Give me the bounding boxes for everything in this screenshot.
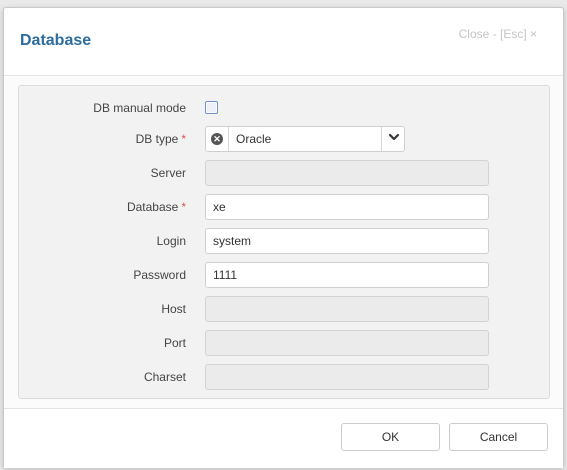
row-charset: Charset [19, 364, 549, 390]
close-button[interactable]: Close - [Esc] × [459, 27, 537, 41]
login-label: Login [156, 234, 186, 248]
dialog-header: Database Close - [Esc] × [4, 8, 563, 76]
circle-x-icon: ✕ [211, 133, 223, 145]
manual-mode-label: DB manual mode [93, 101, 186, 115]
server-label: Server [150, 166, 186, 180]
db-type-select[interactable]: ✕ Oracle [205, 126, 405, 152]
database-label: Database * [126, 200, 186, 214]
row-database: Database * [19, 194, 549, 220]
required-marker: * [181, 200, 186, 214]
password-input[interactable] [205, 262, 489, 288]
row-db-type: DB type * ✕ Oracle [19, 126, 549, 152]
dialog-title: Database [20, 32, 92, 49]
password-label: Password [133, 268, 186, 282]
ok-button[interactable]: OK [341, 423, 440, 451]
database-dialog: Database Close - [Esc] × DB manual mode … [3, 7, 564, 468]
dialog-body: DB manual mode DB type * ✕ Oracle Server… [4, 77, 563, 408]
db-type-label: DB type * [135, 132, 186, 146]
row-server: Server [19, 160, 549, 186]
row-manual-mode: DB manual mode [19, 95, 549, 121]
db-type-value: Oracle [236, 132, 272, 146]
db-type-clear-button[interactable]: ✕ [206, 127, 229, 151]
database-input[interactable] [205, 194, 489, 220]
manual-mode-checkbox[interactable] [205, 101, 218, 114]
host-label: Host [161, 302, 186, 316]
login-input[interactable] [205, 228, 489, 254]
dialog-footer: OK Cancel [4, 408, 563, 468]
row-port: Port [19, 330, 549, 356]
row-password: Password [19, 262, 549, 288]
row-login: Login [19, 228, 549, 254]
chevron-down-icon [388, 133, 400, 141]
database-form: DB manual mode DB type * ✕ Oracle Server… [18, 85, 550, 399]
row-host: Host [19, 296, 549, 322]
port-label: Port [163, 336, 186, 350]
server-input[interactable] [205, 160, 489, 186]
cancel-button[interactable]: Cancel [449, 423, 548, 451]
required-marker: * [181, 132, 186, 146]
charset-label: Charset [143, 370, 186, 384]
host-input[interactable] [205, 296, 489, 322]
charset-input[interactable] [205, 364, 489, 390]
port-input[interactable] [205, 330, 489, 356]
db-type-dropdown-toggle[interactable] [381, 127, 404, 151]
